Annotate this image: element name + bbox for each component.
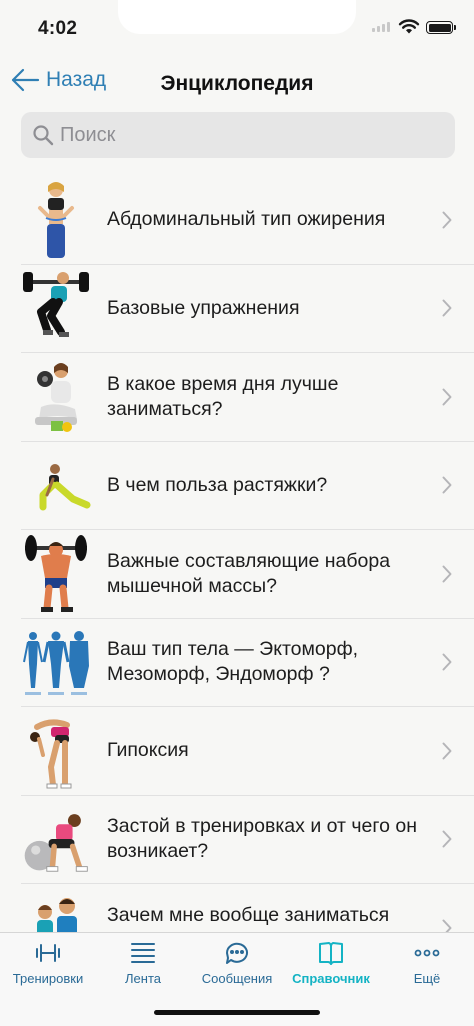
tab-reference[interactable]: Справочник bbox=[284, 939, 378, 986]
list-item[interactable]: Зачем мне вообще заниматься спортом, я и… bbox=[21, 884, 474, 932]
chevron-right-icon bbox=[442, 830, 452, 848]
search-icon bbox=[33, 125, 54, 146]
status-time: 4:02 bbox=[38, 18, 78, 39]
status-bar: 4:02 bbox=[0, 0, 474, 58]
tab-label: Справочник bbox=[292, 971, 370, 986]
chevron-right-icon bbox=[442, 919, 452, 932]
chevron-right-icon bbox=[442, 211, 452, 229]
list-item-label: Важные составляющие набора мышечной масс… bbox=[107, 549, 391, 597]
signal-icon bbox=[372, 22, 390, 32]
book-icon bbox=[319, 942, 343, 965]
search-placeholder: Поиск bbox=[60, 123, 116, 146]
wifi-icon bbox=[398, 19, 420, 34]
woman-bent-over-icon bbox=[21, 711, 91, 791]
body-types-icon bbox=[21, 622, 91, 702]
page-title: Энциклопедия bbox=[160, 72, 314, 95]
list-item[interactable]: Базовые упражнения bbox=[21, 265, 474, 353]
more-dots-icon bbox=[414, 949, 440, 957]
list-item-label: В чем польза растяжки? bbox=[107, 473, 328, 496]
list-item[interactable]: Абдоминальный тип ожирения bbox=[21, 176, 474, 265]
chevron-right-icon bbox=[442, 476, 452, 494]
tab-label: Тренировки bbox=[12, 971, 84, 986]
feed-lines-icon bbox=[131, 943, 155, 963]
chevron-right-icon bbox=[442, 653, 452, 671]
tab-label: Лента bbox=[125, 971, 161, 986]
list-item[interactable]: Ваш тип тела — Эктоморф, Мезоморф, Эндом… bbox=[21, 619, 474, 707]
list-item-label: Базовые упражнения bbox=[107, 296, 300, 319]
chevron-right-icon bbox=[442, 742, 452, 760]
list-item[interactable]: Гипоксия bbox=[21, 707, 474, 796]
couple-fitness-icon bbox=[21, 888, 91, 932]
dumbbell-icon bbox=[36, 944, 60, 962]
bodybuilder-barbell-icon bbox=[21, 534, 91, 614]
tab-more[interactable]: Ещё bbox=[380, 939, 474, 986]
battery-icon bbox=[426, 21, 456, 34]
list-item-label: Застой в тренировках и от чего он возник… bbox=[107, 815, 417, 863]
list-item[interactable]: В какое время дня лучше заниматься? bbox=[21, 353, 474, 442]
list-item[interactable]: Важные составляющие набора мышечной масс… bbox=[21, 530, 474, 619]
tab-workouts[interactable]: Тренировки bbox=[1, 939, 95, 986]
chevron-right-icon bbox=[442, 565, 452, 583]
list-item[interactable]: Застой в тренировках и от чего он возник… bbox=[21, 796, 474, 884]
woman-dumbbells-icon bbox=[21, 357, 91, 437]
chevron-right-icon bbox=[442, 388, 452, 406]
list-item-label: В какое время дня лучше заниматься? bbox=[107, 372, 339, 420]
encyclopedia-list: Абдоминальный тип ожирения Базовые упраж… bbox=[0, 176, 474, 932]
list-item-label: Ваш тип тела — Эктоморф, Мезоморф, Эндом… bbox=[107, 638, 359, 686]
list-item[interactable]: В чем польза растяжки? bbox=[21, 442, 474, 530]
chat-bubbles-icon bbox=[225, 942, 248, 964]
chevron-right-icon bbox=[442, 299, 452, 317]
tab-feed[interactable]: Лента bbox=[96, 939, 190, 986]
device-notch bbox=[118, 0, 356, 34]
woman-measuring-waist-icon bbox=[21, 180, 91, 260]
list-item-label: Абдоминальный тип ожирения bbox=[107, 208, 386, 231]
navigation-bar: Назад Энциклопедия bbox=[0, 58, 474, 108]
home-indicator bbox=[154, 1010, 320, 1015]
list-item-label: Гипоксия bbox=[107, 739, 189, 762]
tab-label: Сообщения bbox=[201, 971, 273, 986]
tab-messages[interactable]: Сообщения bbox=[190, 939, 284, 986]
woman-fitball-icon bbox=[21, 799, 91, 879]
tab-label: Ещё bbox=[413, 971, 441, 986]
woman-lunge-stretch-icon bbox=[21, 445, 91, 525]
list-item-label: Зачем мне вообще заниматься спортом, я и… bbox=[107, 903, 390, 932]
woman-barbell-squat-icon bbox=[21, 268, 91, 348]
search-input[interactable]: Поиск bbox=[21, 112, 455, 158]
